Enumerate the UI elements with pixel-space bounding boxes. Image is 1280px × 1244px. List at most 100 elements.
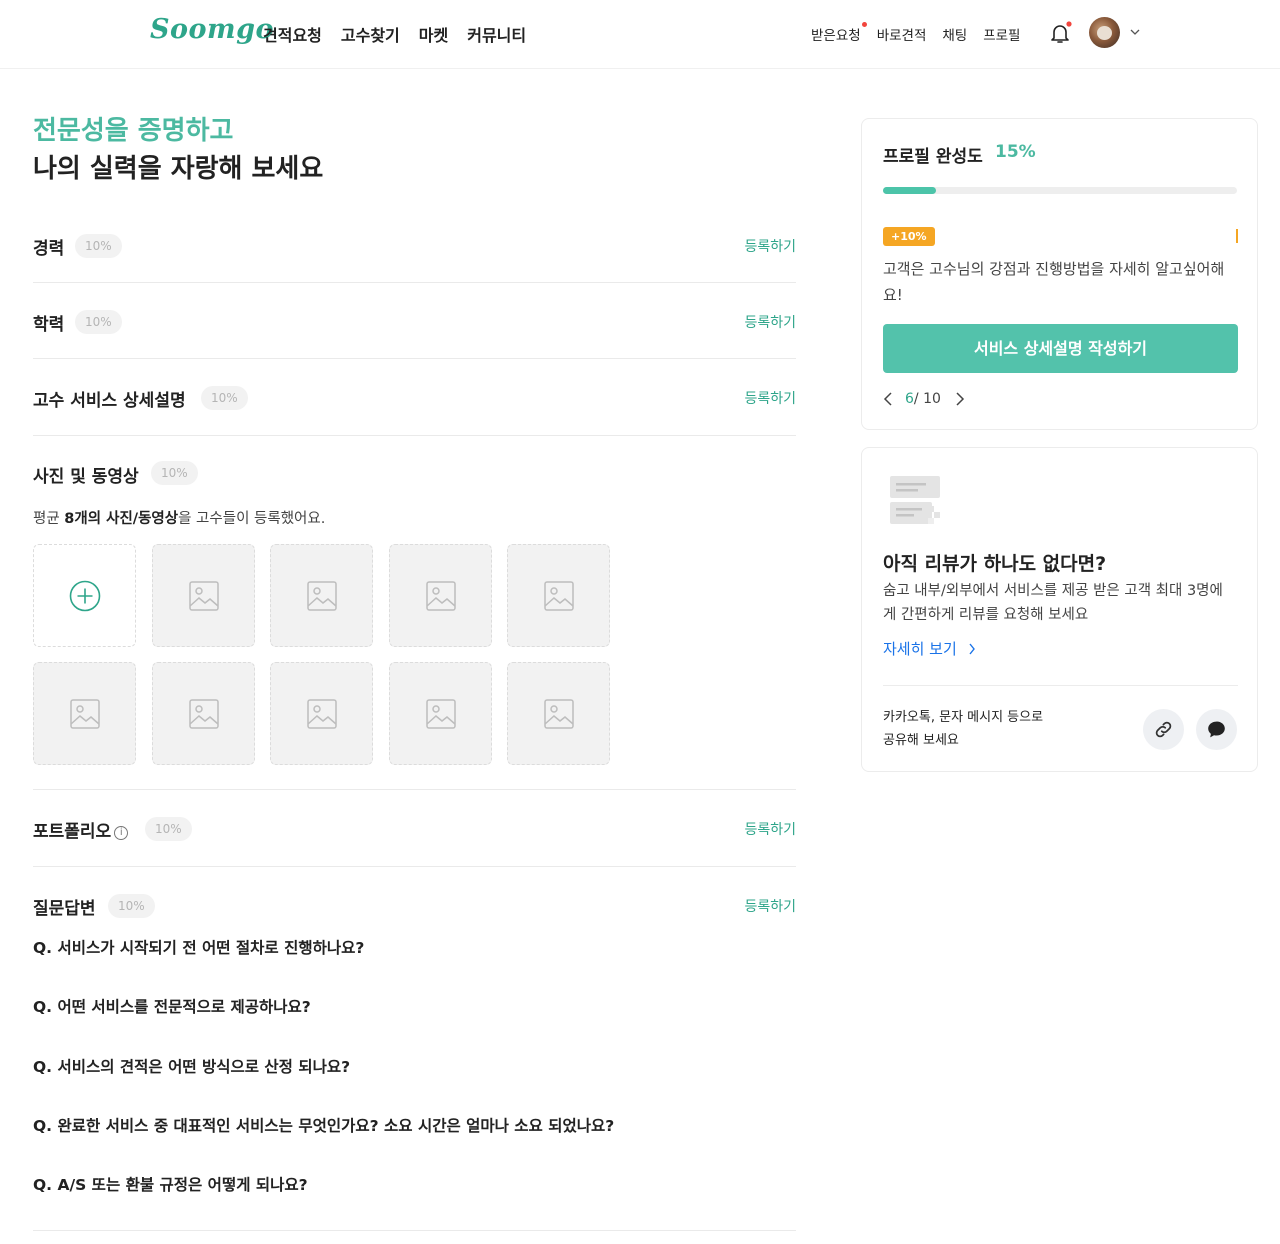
user-menu: 받은요청 바로견적 채팅 프로필 <box>811 22 1020 44</box>
service-detail-badge: 10% <box>201 386 248 410</box>
link-icon <box>1155 721 1172 738</box>
media-placeholder-tile[interactable] <box>270 662 373 765</box>
career-badge: 10% <box>75 234 122 258</box>
document-icon <box>890 476 940 524</box>
progress-bar <box>883 187 1237 194</box>
service-detail-title: 고수 서비스 상세설명 <box>33 391 186 411</box>
qna-section: 질문답변 10% 등록하기 <box>33 893 796 921</box>
chevron-left-icon[interactable] <box>883 391 893 407</box>
divider <box>33 358 796 359</box>
notification-dot <box>861 22 867 27</box>
divider <box>883 685 1238 686</box>
tip-pager: 6 / 10 <box>883 388 965 410</box>
career-register-link[interactable]: 등록하기 <box>744 236 796 256</box>
learn-more-label: 자세히 보기 <box>883 640 957 658</box>
nav-market[interactable]: 마켓 <box>419 22 448 46</box>
education-section: 학력 10% 등록하기 <box>33 309 796 337</box>
share-text-line2: 공유해 보세요 <box>883 733 959 748</box>
nav-find-pro[interactable]: 고수찾기 <box>341 22 400 46</box>
education-register-link[interactable]: 등록하기 <box>744 312 796 332</box>
image-placeholder-icon <box>426 699 456 729</box>
service-detail-register-link[interactable]: 등록하기 <box>744 388 796 408</box>
menu-instant-quote[interactable]: 바로견적 <box>877 24 927 44</box>
next-slide-peek <box>1236 229 1238 243</box>
copy-link-button[interactable] <box>1143 709 1184 750</box>
menu-received-requests[interactable]: 받은요청 <box>811 22 867 44</box>
profile-completion-percent: 15% <box>995 142 1036 162</box>
avatar[interactable] <box>1089 17 1120 48</box>
media-desc-bold: 8개의 사진/동영상 <box>64 511 179 527</box>
media-badge: 10% <box>151 461 198 485</box>
portfolio-title: 포트폴리오 i <box>33 817 129 842</box>
profile-completion-title: 프로필 완성도 <box>883 147 983 167</box>
chevron-down-icon[interactable] <box>1130 29 1140 36</box>
review-request-card: 아직 리뷰가 하나도 없다면? 숨고 내부/외부에서 서비스를 제공 받은 고객… <box>861 447 1258 772</box>
headline-main: 나의 실력을 자랑해 보세요 <box>33 154 324 184</box>
share-message-button[interactable] <box>1196 709 1237 750</box>
service-detail-section: 고수 서비스 상세설명 10% 등록하기 <box>33 385 796 413</box>
chevron-right-icon[interactable] <box>955 391 965 407</box>
image-placeholder-icon <box>307 699 337 729</box>
image-placeholder-icon <box>544 581 574 611</box>
career-title: 경력 <box>33 239 65 259</box>
info-icon[interactable]: i <box>114 826 129 840</box>
add-media-button[interactable] <box>33 544 136 647</box>
portfolio-title-text: 포트폴리오 <box>33 822 112 842</box>
media-desc-prefix: 평균 <box>33 511 65 527</box>
divider <box>33 866 796 867</box>
profile-completion-card: 프로필 완성도 15% +10% 고객은 고수님의 강점과 진행방법을 자세히 … <box>861 118 1258 430</box>
question-item: Q. 서비스의 견적은 어떤 방식으로 산정 되나요? <box>33 1058 351 1076</box>
media-placeholder-tile[interactable] <box>270 544 373 647</box>
bell-icon[interactable] <box>1048 21 1072 45</box>
media-placeholder-tile[interactable] <box>389 544 492 647</box>
divider <box>33 789 796 790</box>
portfolio-badge: 10% <box>145 817 192 841</box>
nav-quote-request[interactable]: 견적요청 <box>263 22 322 46</box>
learn-more-link[interactable]: 자세히 보기 <box>883 638 976 659</box>
tip-text: 고객은 고수님의 강점과 진행방법을 자세히 알고싶어해요! <box>883 260 1225 304</box>
main-nav: 견적요청 고수찾기 마켓 커뮤니티 <box>263 22 526 46</box>
media-section: 사진 및 동영상 10% <box>33 461 796 489</box>
chevron-right-icon <box>969 643 975 655</box>
media-description: 평균 8개의 사진/동영상을 고수들이 등록했어요. <box>33 507 325 528</box>
career-section: 경력 10% 등록하기 <box>33 232 796 260</box>
question-item: Q. 서비스가 시작되기 전 어떤 절차로 진행하나요? <box>33 939 365 957</box>
headline-accent: 전문성을 증명하고 <box>33 116 234 146</box>
question-item: Q. 어떤 서비스를 전문적으로 제공하나요? <box>33 998 311 1016</box>
portfolio-register-link[interactable]: 등록하기 <box>744 819 796 839</box>
education-badge: 10% <box>75 310 122 334</box>
image-placeholder-icon <box>189 581 219 611</box>
pager-current: 6 <box>905 391 914 407</box>
menu-chat[interactable]: 채팅 <box>942 24 967 44</box>
pager-total: / 10 <box>913 391 941 407</box>
menu-profile[interactable]: 프로필 <box>983 24 1020 44</box>
media-placeholder-tile[interactable] <box>507 544 610 647</box>
image-placeholder-icon <box>307 581 337 611</box>
media-placeholder-tile[interactable] <box>389 662 492 765</box>
nav-community[interactable]: 커뮤니티 <box>467 22 526 46</box>
write-service-detail-button[interactable]: 서비스 상세설명 작성하기 <box>883 324 1238 373</box>
media-desc-suffix: 을 고수들이 등록했어요. <box>178 511 326 527</box>
qna-badge: 10% <box>108 894 155 918</box>
image-placeholder-icon <box>426 581 456 611</box>
media-placeholder-tile[interactable] <box>152 662 255 765</box>
media-placeholder-tile[interactable] <box>507 662 610 765</box>
review-card-description: 숨고 내부/외부에서 서비스를 제공 받은 고객 최대 3명에게 간편하게 리뷰… <box>883 583 1223 623</box>
share-text-line1: 카카오톡, 문자 메시지 등으로 <box>883 710 1044 725</box>
menu-received-requests-label: 받은요청 <box>811 28 861 44</box>
share-text: 카카오톡, 문자 메시지 등으로 공유해 보세요 <box>883 706 1043 752</box>
chat-bubble-icon <box>1208 721 1225 738</box>
qna-register-link[interactable]: 등록하기 <box>744 896 796 916</box>
question-item: Q. 완료한 서비스 중 대표적인 서비스는 무엇인가요? 소요 시간은 얼마나… <box>33 1117 615 1135</box>
progress-fill <box>883 187 937 194</box>
qna-title: 질문답변 <box>33 899 96 919</box>
question-item: Q. A/S 또는 환불 규정은 어떻게 되나요? <box>33 1176 308 1194</box>
top-navigation-bar: Soomgo 견적요청 고수찾기 마켓 커뮤니티 받은요청 바로견적 채팅 프로… <box>0 0 1280 69</box>
media-title: 사진 및 동영상 <box>33 467 139 487</box>
divider <box>33 435 796 436</box>
divider <box>33 282 796 283</box>
media-placeholder-tile[interactable] <box>152 544 255 647</box>
soomgo-logo[interactable]: Soomgo <box>150 14 274 45</box>
image-placeholder-icon <box>70 699 100 729</box>
media-placeholder-tile[interactable] <box>33 662 136 765</box>
